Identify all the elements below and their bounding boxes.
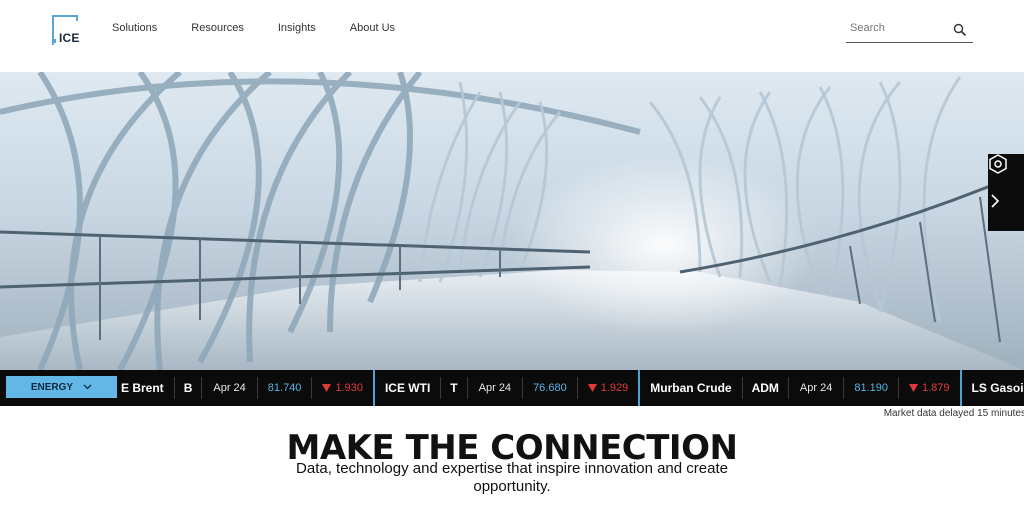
energy-selector[interactable]: ENERGY xyxy=(6,376,117,398)
logo-text: ICE xyxy=(59,31,80,45)
ticker-change: 1.879 xyxy=(898,377,960,399)
ticker-price: 76.680 xyxy=(522,377,577,399)
energy-label: ENERGY xyxy=(30,381,74,393)
main-nav: Solutions Resources Insights About Us xyxy=(112,22,429,34)
ticker-change: 1.929 xyxy=(576,377,639,399)
ticker-code: B xyxy=(173,377,202,399)
ticker-change-value: 1.929 xyxy=(600,382,629,394)
ticker-name[interactable]: E Brent xyxy=(121,370,174,406)
bridge-illustration xyxy=(0,72,1024,370)
ticker-name[interactable]: Murban Crude xyxy=(640,370,741,406)
ticker-price: 81.190 xyxy=(843,377,898,399)
search-icon[interactable] xyxy=(953,23,967,37)
ticker-change: 1.930 xyxy=(311,377,373,399)
nav-insights[interactable]: Insights xyxy=(278,22,316,34)
ticker-date: Apr 24 xyxy=(787,377,843,399)
nav-about-us[interactable]: About Us xyxy=(350,22,395,34)
down-arrow-icon xyxy=(587,383,597,392)
ticker-row: E Brent B Apr 24 81.740 1.930 ICE WTI T … xyxy=(121,370,1024,406)
search-input[interactable] xyxy=(850,22,950,34)
ticker-date: Apr 24 xyxy=(201,377,256,399)
ticker-name[interactable]: LS Gasoil xyxy=(962,370,1024,406)
hero-image xyxy=(0,72,1024,370)
side-widget xyxy=(988,154,1024,231)
down-arrow-icon xyxy=(909,383,918,392)
ticker-change-value: 1.930 xyxy=(335,382,363,394)
nav-solutions[interactable]: Solutions xyxy=(112,22,157,34)
page-subheadline: Data, technology and expertise that insp… xyxy=(296,460,728,495)
nav-resources[interactable]: Resources xyxy=(191,22,244,34)
chevron-right-icon xyxy=(991,194,1000,208)
down-arrow-icon xyxy=(322,383,332,392)
ticker-code: ADM xyxy=(741,377,788,399)
search-box xyxy=(846,18,973,43)
hexagon-button[interactable] xyxy=(988,154,1024,192)
chevron-down-icon xyxy=(83,384,92,390)
market-delay-note: Market data delayed 15 minutes xyxy=(883,408,1024,419)
ticker-name[interactable]: ICE WTI xyxy=(375,370,440,406)
ticker-code: T xyxy=(440,377,466,399)
ice-logo[interactable]: ICE xyxy=(52,15,80,45)
market-ticker: ENERGY E Brent B Apr 24 81.740 1.930 ICE… xyxy=(0,370,1024,406)
ticker-change-value: 1.879 xyxy=(922,382,950,394)
ticker-date: Apr 24 xyxy=(466,377,522,399)
ticker-price: 81.740 xyxy=(256,377,312,399)
next-button[interactable] xyxy=(988,193,1024,231)
site-header: ICE Solutions Resources Insights About U… xyxy=(0,0,1024,72)
hexagon-icon xyxy=(989,154,1007,174)
